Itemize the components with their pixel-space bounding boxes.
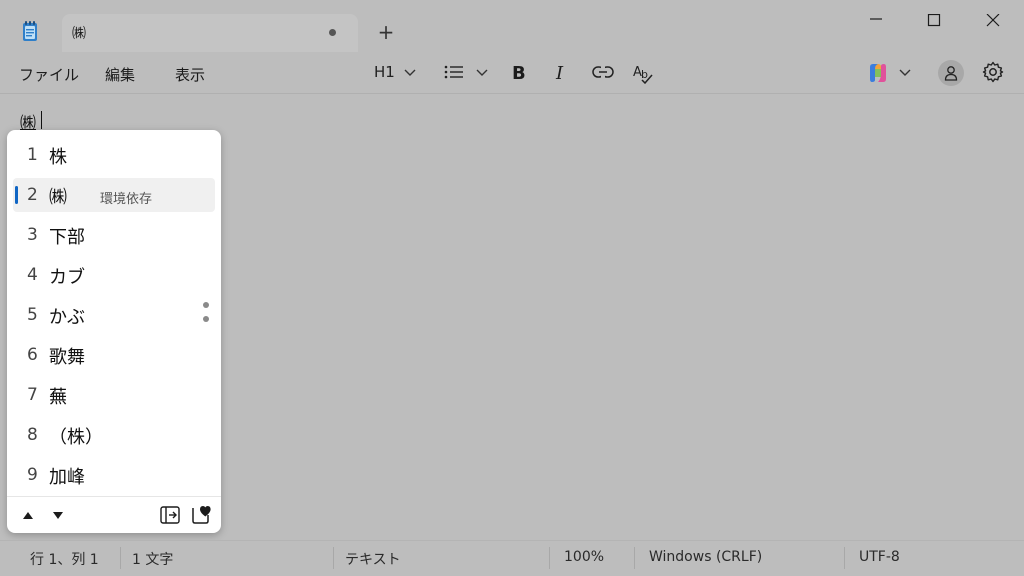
candidate-item[interactable]: 5 かぶ xyxy=(13,298,215,332)
spellcheck-icon: A b xyxy=(633,65,653,84)
copilot-icon xyxy=(870,64,886,82)
status-format[interactable]: テキスト xyxy=(345,549,401,569)
status-bar: 行 1、列 1 1 文字 テキスト 100% Windows (CRLF) UT… xyxy=(0,540,1024,576)
chevron-down-icon xyxy=(404,69,416,76)
favorites-icon[interactable] xyxy=(191,504,211,524)
bullet-list-icon xyxy=(444,65,463,79)
candidate-item[interactable]: 2 ㈱ 環境依存 xyxy=(13,178,215,212)
candidate-scroll-indicator[interactable] xyxy=(202,302,210,330)
candidate-item[interactable]: 7蕪 xyxy=(13,378,215,412)
tab-title: ㈱ xyxy=(72,26,86,42)
settings-button[interactable] xyxy=(982,60,1006,86)
candidate-number: 2 xyxy=(27,185,38,205)
svg-text:b: b xyxy=(641,68,648,81)
candidate-text: 株 xyxy=(49,147,67,168)
close-icon xyxy=(986,14,1000,27)
candidate-number: 5 xyxy=(27,305,38,325)
bold-button[interactable]: B xyxy=(512,63,532,89)
minimize-icon xyxy=(870,18,882,20)
candidate-text: 蕪 xyxy=(49,387,67,408)
selection-indicator xyxy=(15,186,18,204)
candidate-item[interactable]: 9 加峰 xyxy=(13,458,215,492)
candidate-text: 下部 xyxy=(49,227,85,248)
text-caret xyxy=(41,111,42,129)
candidate-text: 加峰 xyxy=(49,467,85,488)
ime-candidate-window: 1 株 2 ㈱環境依存 3 下部 4 カブ 5 かぶ 6 歌舞 7 蕪 8 （株） 9 加峰 xyxy=(7,130,221,533)
unsaved-indicator-icon[interactable] xyxy=(329,29,336,36)
page-down-icon[interactable] xyxy=(52,511,64,520)
heading-dropdown[interactable]: H1 xyxy=(372,60,422,86)
status-line-ending[interactable]: Windows (CRLF) xyxy=(649,549,762,565)
candidate-item[interactable]: 3 下部 xyxy=(13,218,215,252)
page-up-icon[interactable] xyxy=(22,511,34,520)
account-icon xyxy=(944,66,958,81)
candidate-number: 7 xyxy=(27,385,38,405)
menu-toolbar: ファイル 編集 表示 H1 B I A b xyxy=(0,52,1024,94)
candidate-number: 6 xyxy=(27,345,38,365)
maximize-button[interactable] xyxy=(911,6,957,36)
status-divider xyxy=(120,547,121,569)
tab-document[interactable]: ㈱ xyxy=(62,14,358,52)
menu-view[interactable]: 表示 xyxy=(175,64,205,85)
title-bar: ㈱ + xyxy=(0,0,1024,52)
candidate-number: 9 xyxy=(27,465,38,485)
chevron-down-icon xyxy=(899,69,911,76)
account-button[interactable] xyxy=(938,60,964,86)
maximize-icon xyxy=(927,14,941,27)
expand-table-icon[interactable] xyxy=(160,506,180,524)
heading-label: H1 xyxy=(374,63,395,81)
candidate-number: 1 xyxy=(27,145,38,165)
status-position: 行 1、列 1 xyxy=(30,552,99,568)
status-divider xyxy=(844,547,845,569)
gear-icon xyxy=(982,61,1004,83)
candidate-item[interactable]: 1株 xyxy=(13,138,215,172)
candidate-note: 環境依存 xyxy=(100,192,153,207)
candidate-number: 3 xyxy=(27,225,38,245)
candidate-text: （株） xyxy=(49,427,103,448)
list-dropdown[interactable] xyxy=(444,60,490,86)
status-char-count: 1 文字 xyxy=(132,552,174,568)
candidate-text: ㈱ xyxy=(49,187,67,208)
link-button[interactable] xyxy=(592,60,614,86)
candidate-item[interactable]: 8 （株） xyxy=(13,418,215,452)
status-divider xyxy=(333,547,334,569)
ime-footer xyxy=(7,496,221,533)
candidate-item[interactable]: 4 カブ xyxy=(13,258,215,292)
menu-file[interactable]: ファイル xyxy=(19,64,79,85)
status-zoom[interactable]: 100% xyxy=(564,549,604,565)
candidate-number: 4 xyxy=(27,265,38,285)
status-divider xyxy=(634,547,635,569)
candidate-text: かぶ xyxy=(49,307,85,328)
menu-edit[interactable]: 編集 xyxy=(105,64,135,85)
chevron-down-icon xyxy=(476,69,488,76)
candidate-text: 歌舞 xyxy=(49,347,85,368)
candidate-text: カブ xyxy=(49,267,85,288)
spellcheck-button[interactable]: A b xyxy=(632,60,654,86)
status-divider xyxy=(549,547,550,569)
copilot-button[interactable] xyxy=(866,60,914,86)
italic-button[interactable]: I xyxy=(556,63,572,89)
minimize-button[interactable] xyxy=(853,6,899,36)
candidate-item[interactable]: 6 歌舞 xyxy=(13,338,215,372)
notepad-icon xyxy=(22,20,38,42)
candidate-number: 8 xyxy=(27,425,38,445)
close-button[interactable] xyxy=(970,6,1016,36)
new-tab-button[interactable]: + xyxy=(374,21,398,45)
link-icon xyxy=(592,66,614,78)
status-encoding[interactable]: UTF-8 xyxy=(859,549,900,565)
